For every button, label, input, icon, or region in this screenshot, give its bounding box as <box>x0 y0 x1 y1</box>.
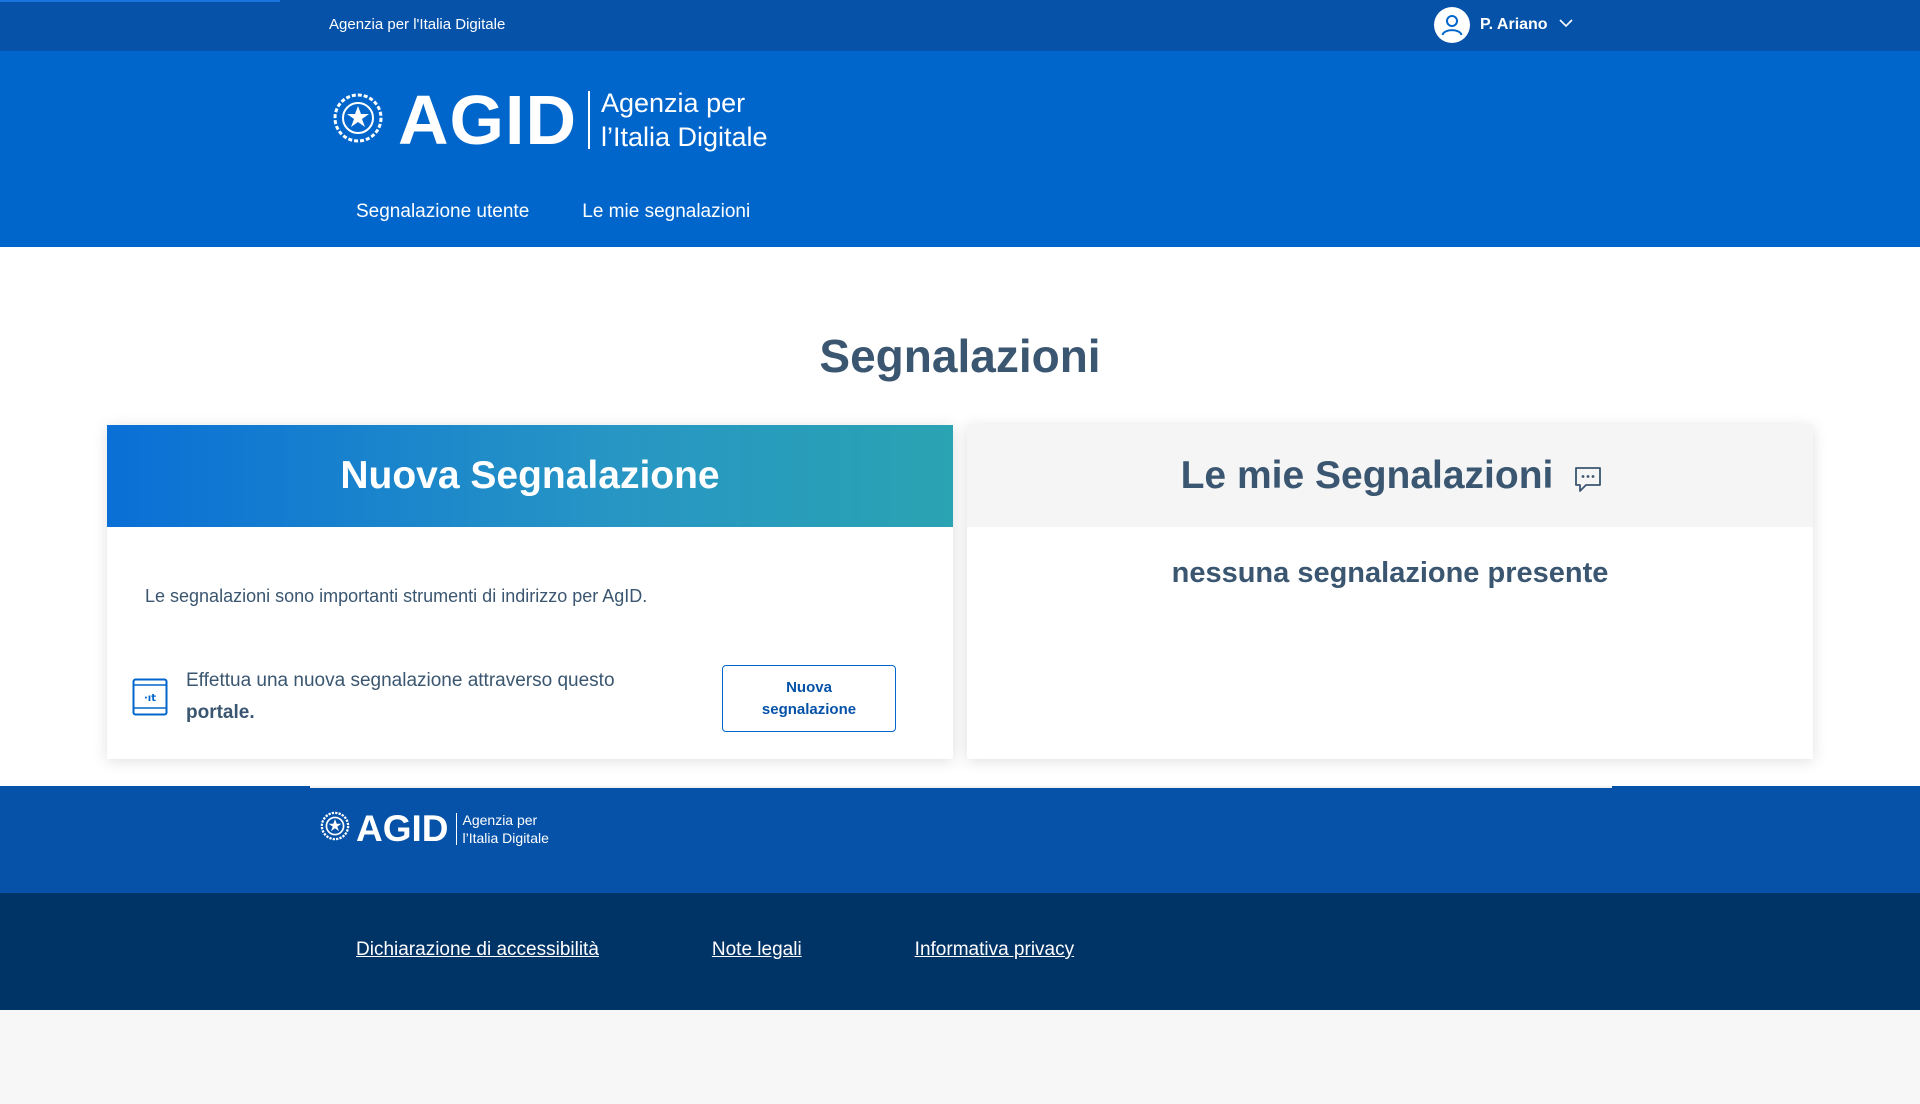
link-accessibility-statement[interactable]: Dichiarazione di accessibilità <box>356 939 599 961</box>
loading-bar <box>0 0 280 2</box>
new-report-row-bold: portale. <box>186 702 255 723</box>
footer-divider <box>310 786 1612 788</box>
new-report-card-header: Nuova Segnalazione <box>107 425 953 527</box>
org-name[interactable]: Agenzia per l'Italia Digitale <box>329 16 505 33</box>
main-content: Segnalazioni Nuova Segnalazione Le segna… <box>0 247 1920 786</box>
user-avatar-icon <box>1434 7 1470 43</box>
new-report-card-title: Nuova Segnalazione <box>340 454 720 497</box>
chat-bubble-icon <box>1573 464 1603 499</box>
logo-word: AGID <box>398 81 577 159</box>
new-report-button-line2: segnalazione <box>761 700 857 718</box>
user-name: P. Ariano <box>1480 16 1548 33</box>
emblem-icon <box>332 90 384 151</box>
new-report-row-main: Effettua una nuova segnalazione attraver… <box>186 670 615 691</box>
page-title: Segnalazioni <box>819 330 1101 382</box>
empty-reports-message: nessuna segnalazione presente <box>1171 557 1609 589</box>
agid-logo[interactable]: AGID Agenzia per l’Italia Digitale <box>332 85 768 155</box>
footer-agid-logo[interactable]: AGID Agenzia per l’Italia Digitale <box>320 810 549 847</box>
chevron-down-icon <box>1558 15 1574 36</box>
my-reports-card: Le mie Segnalazioni nessuna segnalazione… <box>967 425 1813 759</box>
footer-logo-tagline-line1: Agenzia per <box>462 811 538 828</box>
footer-links-bar: Dichiarazione di accessibilità Note lega… <box>0 893 1920 1010</box>
link-privacy-policy[interactable]: Informativa privacy <box>915 939 1074 961</box>
new-report-description: Le segnalazioni sono importanti strument… <box>145 586 648 606</box>
new-report-card: Nuova Segnalazione Le segnalazioni sono … <box>107 425 953 759</box>
logo-tagline-line1: Agenzia per <box>601 88 746 118</box>
my-reports-card-header: Le mie Segnalazioni <box>967 425 1813 527</box>
footer-logo-separator <box>455 812 457 845</box>
main-nav: Segnalazione utente Le mie segnalazioni <box>356 201 750 223</box>
user-menu[interactable]: P. Ariano <box>1434 7 1574 43</box>
new-report-row: ·ıt Effettua una nuova segnalazione attr… <box>132 665 656 729</box>
nav-item-le-mie-segnalazioni[interactable]: Le mie segnalazioni <box>582 201 750 223</box>
footer-logo-word: AGID <box>356 808 449 849</box>
footer-logo-tagline-line2: l’Italia Digitale <box>462 829 549 846</box>
emblem-icon <box>320 810 350 847</box>
logo-tagline-line2: l’Italia Digitale <box>601 122 768 152</box>
main-header: AGID Agenzia per l’Italia Digitale Segna… <box>0 51 1920 247</box>
new-report-button[interactable]: Nuova segnalazione <box>722 665 896 732</box>
footer-links: Dichiarazione di accessibilità Note lega… <box>356 939 1074 961</box>
new-report-button-line1: Nuova <box>786 678 832 696</box>
logo-separator <box>588 91 590 149</box>
new-report-row-text: Effettua una nuova segnalazione attraver… <box>186 665 656 729</box>
nav-item-segnalazione-utente[interactable]: Segnalazione utente <box>356 201 529 223</box>
logo-tagline: Agenzia per l’Italia Digitale <box>601 86 768 154</box>
footer-logo-tagline: Agenzia per l’Italia Digitale <box>463 811 549 847</box>
link-legal-notes[interactable]: Note legali <box>712 939 802 961</box>
footer-brand-bar: AGID Agenzia per l’Italia Digitale <box>0 786 1920 893</box>
my-reports-card-title: Le mie Segnalazioni <box>1180 454 1554 497</box>
svg-text:·ıt: ·ıt <box>144 693 156 704</box>
tablet-it-icon: ·ıt <box>132 678 168 721</box>
page-bottom <box>0 1010 1920 1094</box>
slim-header: Agenzia per l'Italia Digitale P. Ariano <box>0 0 1920 51</box>
